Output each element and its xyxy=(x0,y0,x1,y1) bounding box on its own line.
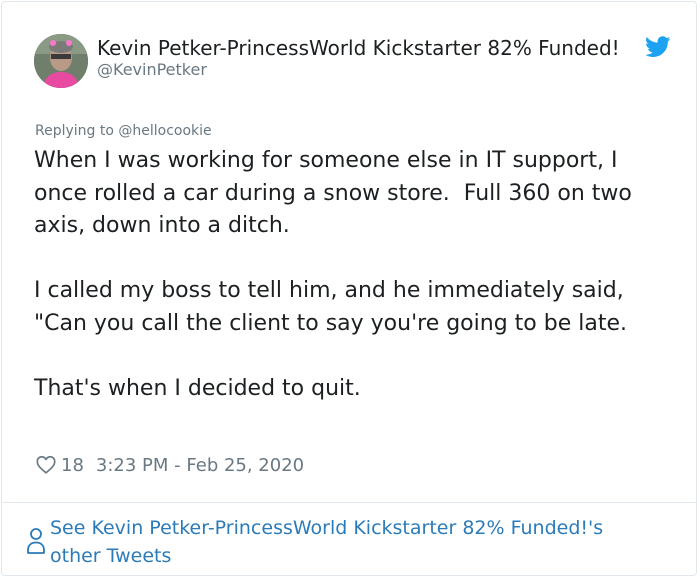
twitter-bird-icon[interactable] xyxy=(645,35,671,59)
replying-to: Replying to @hellocookie xyxy=(35,122,212,140)
replying-to-handle-link[interactable]: @hellocookie xyxy=(118,123,211,139)
person-icon xyxy=(27,528,45,554)
see-other-tweets-link[interactable]: See Kevin Petker-PrincessWorld Kickstart… xyxy=(26,514,656,570)
author-avatar[interactable] xyxy=(34,34,88,88)
tweet-body: When I was working for someone else in I… xyxy=(34,148,632,401)
like-count[interactable]: 18 xyxy=(61,455,84,476)
author-name[interactable]: Kevin Petker-PrincessWorld Kickstarter 8… xyxy=(97,35,652,61)
see-other-tweets-label[interactable]: See Kevin Petker-PrincessWorld Kickstart… xyxy=(50,514,656,570)
avatar-photo xyxy=(34,34,88,88)
card-divider xyxy=(2,502,696,503)
embedded-tweet-card: Kevin Petker-PrincessWorld Kickstarter 8… xyxy=(1,1,697,576)
heart-icon[interactable] xyxy=(35,454,57,476)
replying-to-label: Replying to xyxy=(35,123,119,139)
author-handle[interactable]: @KevinPetker xyxy=(97,60,207,80)
tweet-timestamp[interactable]: 3:23 PM - Feb 25, 2020 xyxy=(96,455,304,476)
tweet-meta: 18 3:23 PM - Feb 25, 2020 xyxy=(35,453,304,477)
